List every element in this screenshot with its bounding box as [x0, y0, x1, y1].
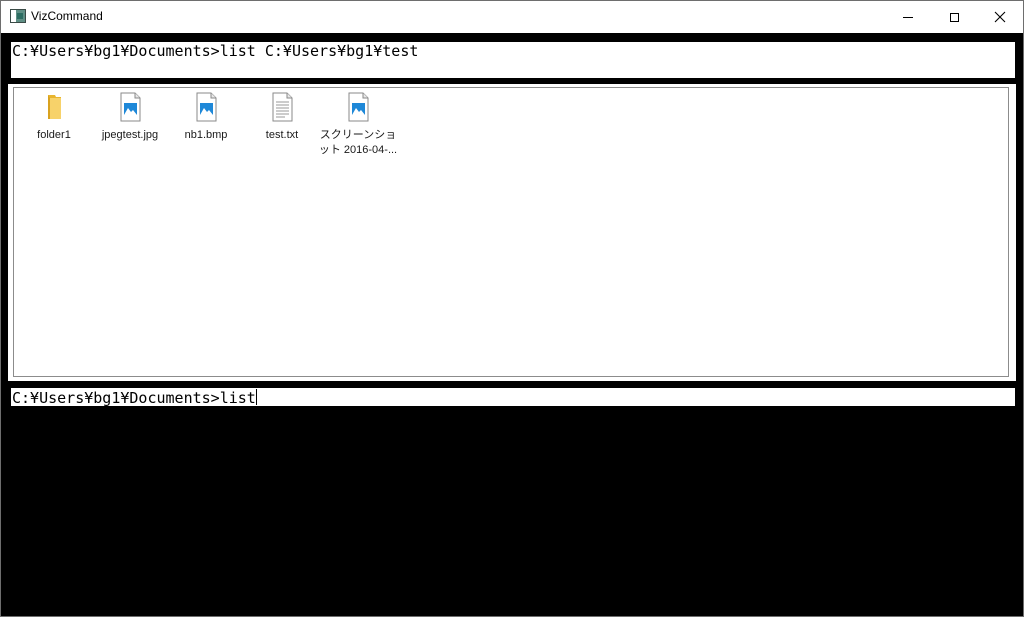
file-name: スクリーンショット 2016-04-... — [318, 129, 398, 156]
executed-command-text: C:¥Users¥bg1¥Documents>list C:¥Users¥bg1… — [12, 42, 419, 60]
app-icon — [10, 9, 26, 23]
image-file-icon — [348, 92, 369, 122]
minimize-button[interactable] — [885, 1, 931, 33]
app-window: VizCommand C:¥Users¥bg1¥Documents>list C… — [0, 0, 1024, 617]
maximize-button[interactable] — [931, 1, 977, 33]
file-name: folder1 — [37, 129, 71, 141]
file-name: test.txt — [265, 129, 299, 141]
console-client-area: C:¥Users¥bg1¥Documents>list C:¥Users¥bg1… — [1, 33, 1023, 616]
file-item-test-txt[interactable]: test.txt — [242, 92, 322, 167]
title-bar[interactable]: VizCommand — [1, 1, 1023, 33]
command-history-line: C:¥Users¥bg1¥Documents>list C:¥Users¥bg1… — [11, 42, 1015, 78]
close-button[interactable] — [977, 1, 1023, 33]
listing-output-frame: folder1 jpegtest.jpg nb1.bmp test.txt スク… — [8, 84, 1016, 381]
minimize-icon — [903, 16, 913, 18]
text-file-icon — [272, 92, 293, 122]
file-item-folder1[interactable]: folder1 — [14, 92, 94, 167]
text-caret — [255, 389, 257, 405]
file-item-screenshot[interactable]: スクリーンショット 2016-04-... — [318, 92, 398, 167]
window-title: VizCommand — [31, 9, 103, 23]
command-input-line[interactable]: C:¥Users¥bg1¥Documents>list — [11, 388, 1015, 407]
folder-icon — [48, 95, 61, 119]
image-file-icon — [120, 92, 141, 122]
file-name: jpegtest.jpg — [101, 129, 159, 141]
file-item-jpegtest[interactable]: jpegtest.jpg — [90, 92, 170, 167]
maximize-icon — [949, 12, 959, 22]
console-output-area — [11, 407, 1015, 607]
close-icon — [994, 11, 1006, 23]
command-input-text[interactable]: C:¥Users¥bg1¥Documents>list — [11, 389, 256, 407]
file-item-nb1[interactable]: nb1.bmp — [166, 92, 246, 167]
file-name: nb1.bmp — [184, 129, 228, 141]
file-listing-panel: folder1 jpegtest.jpg nb1.bmp test.txt スク… — [13, 87, 1009, 377]
image-file-icon — [196, 92, 217, 122]
